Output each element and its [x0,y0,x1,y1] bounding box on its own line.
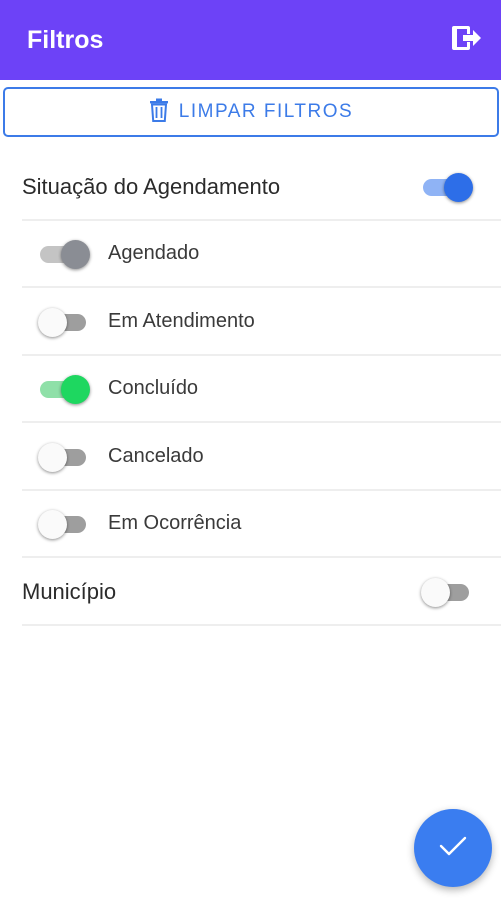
filter-option-em-ocorrencia: Em Ocorrência [22,491,501,558]
section-municipio: Município [22,559,501,626]
municipio-toggle[interactable] [421,577,473,607]
section-situacao: Situação do Agendamento [22,154,501,221]
em-atendimento-toggle[interactable] [38,307,90,337]
section-municipio-label: Município [22,578,117,604]
agendado-toggle[interactable] [38,239,90,269]
apply-filters-button[interactable] [414,809,492,887]
filter-option-label: Agendado [108,242,200,264]
filter-option-cancelado: Cancelado [22,424,501,491]
page-title: Filtros [27,25,104,54]
logout-icon [451,24,483,57]
filter-option-concluido: Concluído [22,356,501,423]
trash-icon [149,98,169,127]
section-situacao-label: Situação do Agendamento [22,173,281,199]
clear-filters-label: LIMPAR FILTROS [178,101,354,122]
em-ocorrencia-toggle[interactable] [38,509,90,539]
filter-option-label: Concluído [108,377,199,399]
app-header: Filtros [0,0,501,80]
cancelado-toggle[interactable] [38,442,90,472]
concluido-toggle[interactable] [38,374,90,404]
situacao-toggle[interactable] [421,172,473,202]
filter-option-label: Em Ocorrência [108,512,242,534]
filter-option-label: Em Atendimento [108,310,255,332]
clear-filters-button[interactable]: LIMPAR FILTROS [3,87,499,137]
check-icon [439,835,467,862]
filter-option-agendado: Agendado [22,221,501,288]
logout-button[interactable] [447,20,487,60]
filter-option-em-atendimento: Em Atendimento [22,289,501,356]
filter-option-label: Cancelado [108,445,204,467]
